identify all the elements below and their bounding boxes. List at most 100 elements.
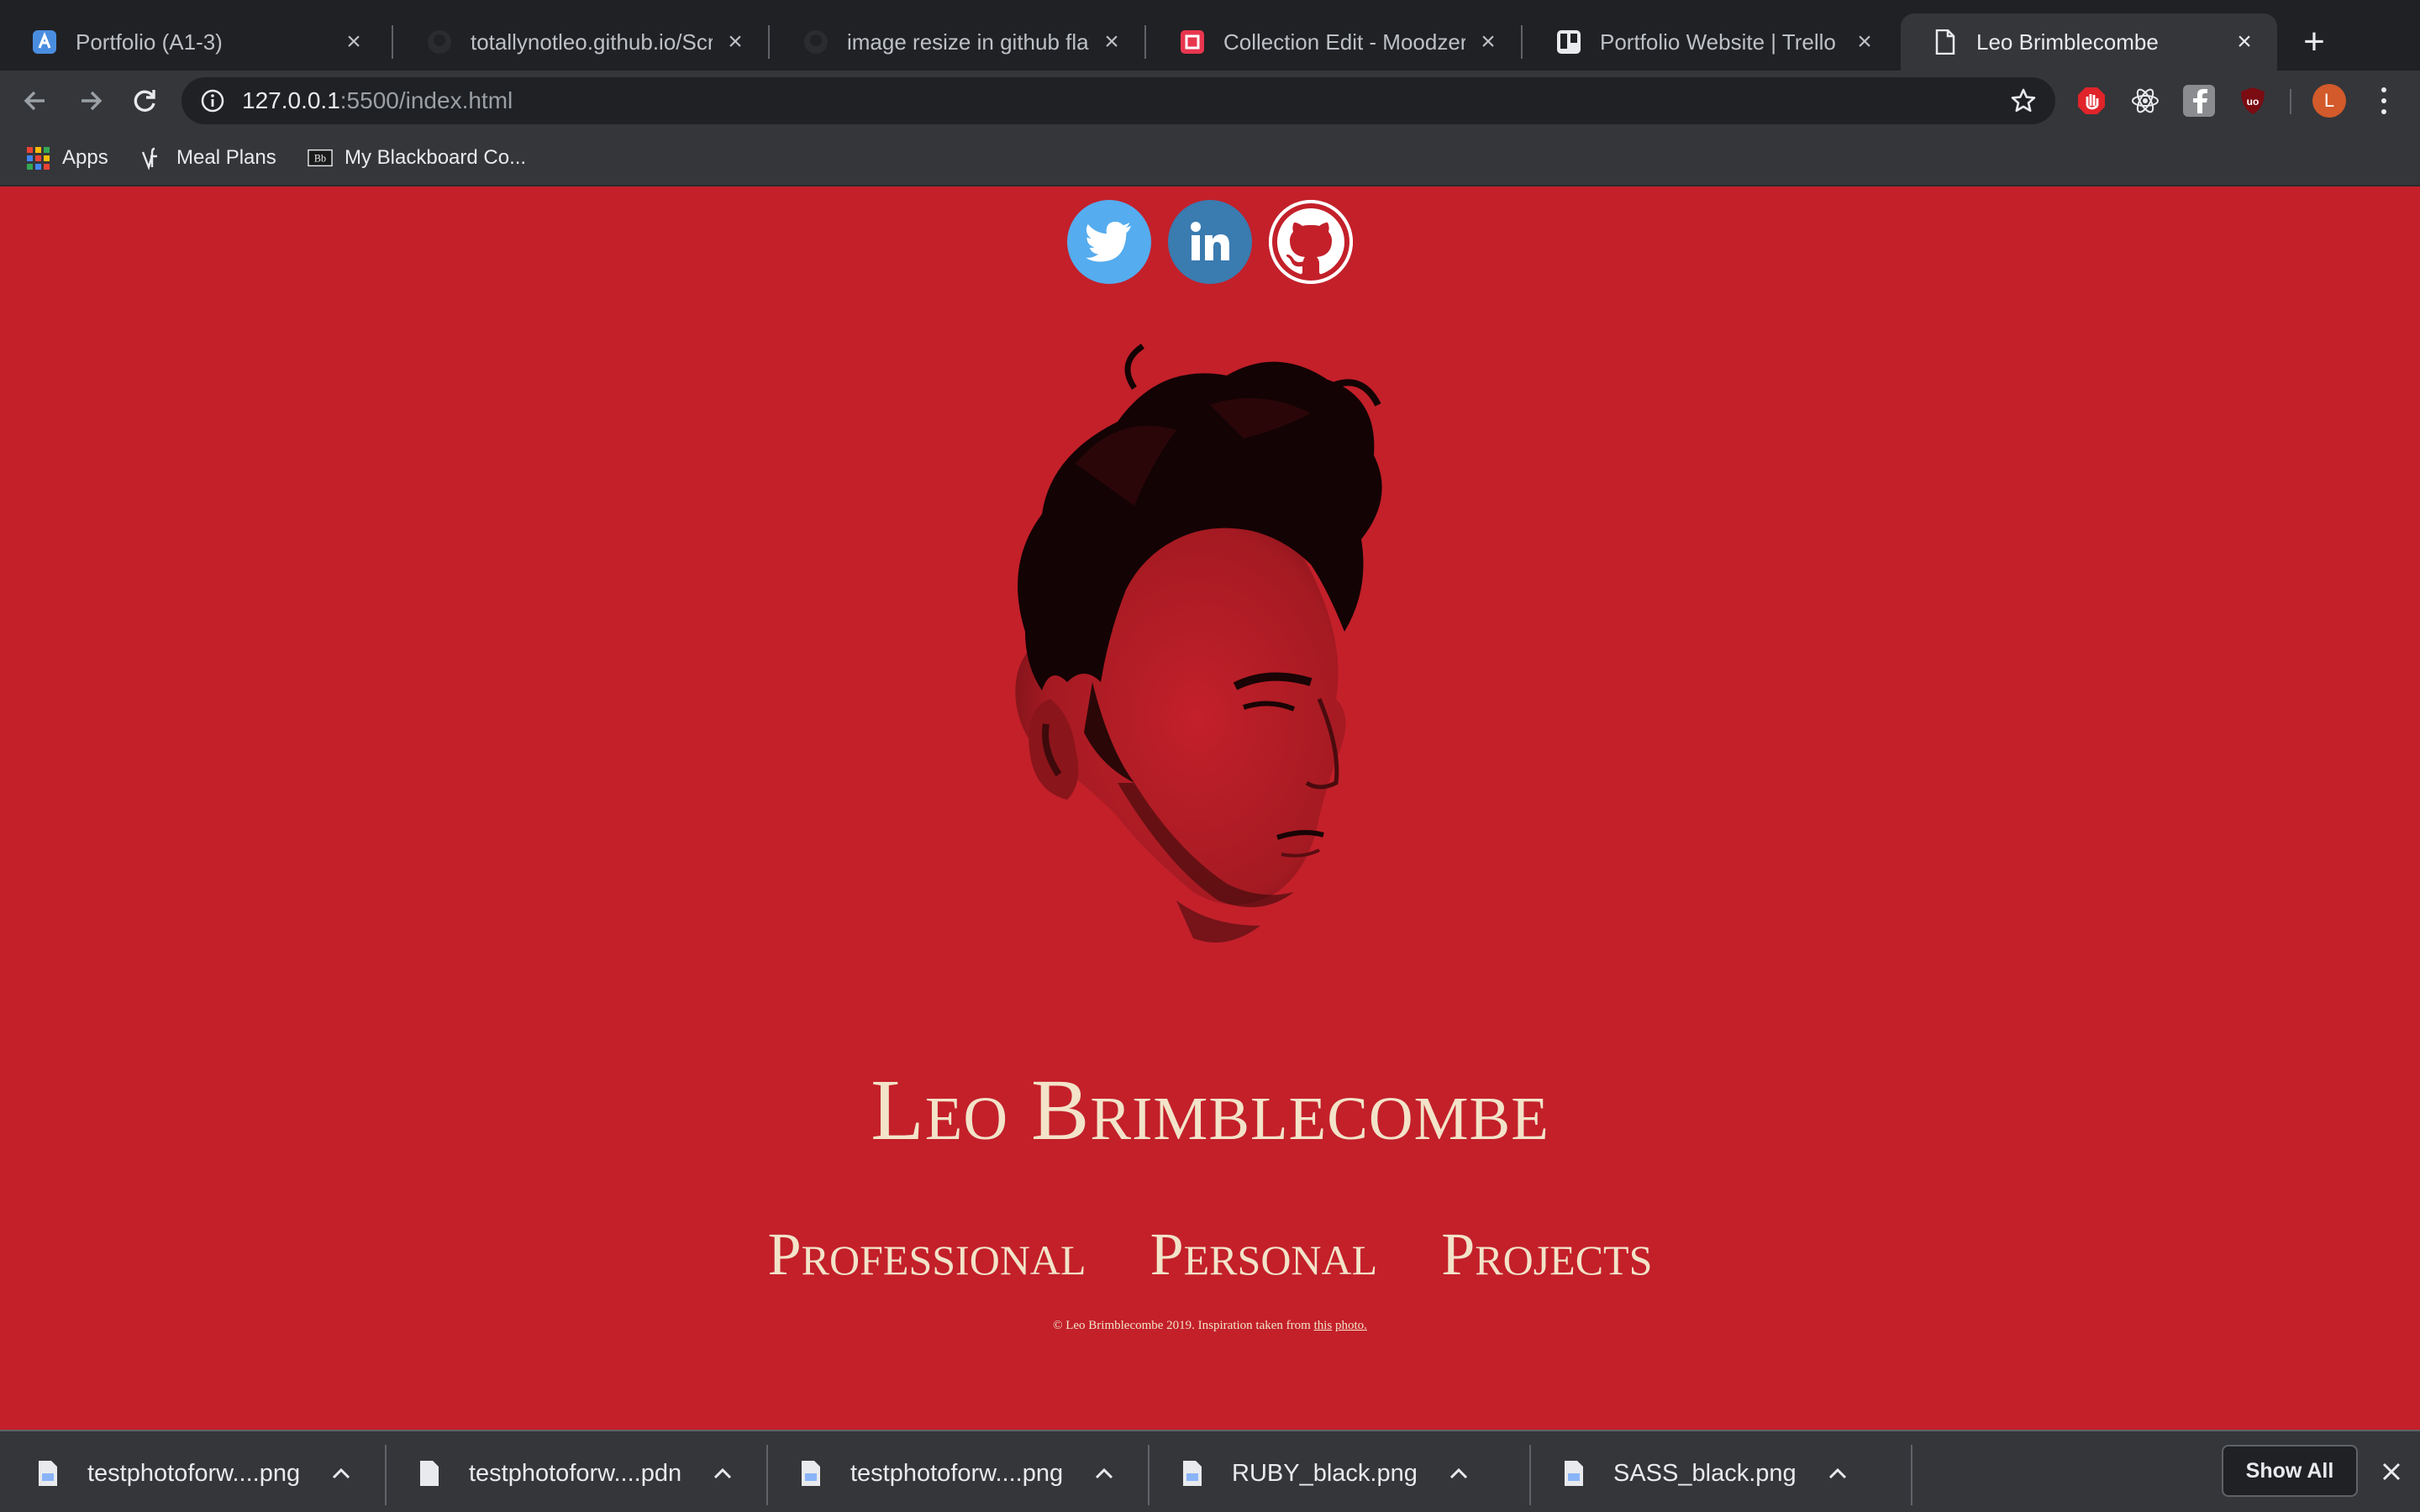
download-shelf: testphotoforw....png testphotoforw....pd… — [0, 1430, 2420, 1512]
github-octocat-icon — [1269, 200, 1353, 284]
portrait-illustration — [1015, 344, 1382, 942]
chevron-up-icon[interactable] — [1092, 1461, 1117, 1486]
trello-icon — [1556, 29, 1581, 55]
bookmark-star-icon[interactable] — [2010, 87, 2037, 114]
tab-image-resize[interactable]: image resize in github flavor × — [771, 13, 1144, 71]
tab-divider — [1521, 25, 1523, 59]
portfolio-app-icon — [32, 29, 57, 55]
download-filename: testphotoforw....pdn — [469, 1459, 682, 1487]
twitter-icon — [1085, 222, 1132, 262]
chevron-up-icon[interactable] — [710, 1461, 735, 1486]
page-footer: © Leo Brimblecombe 2019. Inspiration tak… — [0, 1319, 2420, 1333]
linkedin-link[interactable] — [1168, 200, 1252, 284]
download-filename: testphotoforw....png — [87, 1459, 301, 1487]
profile-avatar[interactable]: L — [2312, 84, 2346, 118]
file-icon — [420, 1461, 439, 1486]
react-devtools-icon[interactable] — [2129, 85, 2161, 117]
chevron-up-icon[interactable] — [329, 1461, 354, 1486]
tab-title: totallynotleo.github.io/Scree — [471, 29, 713, 55]
arrow-left-icon — [24, 91, 45, 111]
bookmark-blackboard[interactable]: Bb My Blackboard Co... — [308, 139, 526, 176]
download-item[interactable]: SASS_black.png — [1563, 1448, 1850, 1499]
tab-title: Portfolio Website | Trello — [1600, 29, 1836, 55]
footer-this-link[interactable]: this — [1314, 1319, 1333, 1332]
tab-portfolio-a1-3[interactable]: Portfolio (A1-3) × — [0, 13, 387, 71]
shelf-divider — [766, 1445, 768, 1505]
close-icon[interactable]: × — [723, 28, 748, 55]
bookmark-label: My Blackboard Co... — [345, 146, 527, 169]
meal-plans-icon — [139, 145, 165, 171]
download-item[interactable]: testphotoforw....png — [37, 1448, 354, 1499]
close-icon[interactable]: × — [2232, 28, 2257, 55]
bookmark-meal-plans[interactable]: Meal Plans — [139, 139, 276, 176]
forward-button[interactable] — [69, 79, 113, 123]
chevron-up-icon[interactable] — [1825, 1461, 1850, 1486]
image-file-icon — [802, 1461, 820, 1486]
download-filename: RUBY_black.png — [1232, 1459, 1418, 1487]
page-title: Leo Brimblecombe — [871, 1062, 1549, 1158]
shelf-divider — [385, 1445, 387, 1505]
browser-menu-icon[interactable] — [2371, 84, 2396, 118]
show-all-button[interactable]: Show All — [2222, 1445, 2358, 1497]
blackboard-icon: Bb — [308, 145, 333, 171]
facebook-extension-icon[interactable] — [2183, 85, 2215, 117]
download-item[interactable]: RUBY_black.png — [1181, 1448, 1471, 1499]
tab-title: image resize in github flavor — [847, 29, 1089, 55]
nav-professional-link[interactable]: Professional — [768, 1220, 1086, 1289]
page-icon — [1933, 29, 1958, 55]
twitter-link[interactable] — [1067, 200, 1151, 284]
browser-toolbar: 127.0.0.1:5500/index.html uo L — [0, 71, 2420, 131]
nav-personal-link[interactable]: Personal — [1150, 1220, 1378, 1289]
download-item[interactable]: testphotoforw....pdn — [418, 1448, 735, 1499]
apps-grid-icon — [25, 145, 50, 171]
image-file-icon — [39, 1461, 57, 1486]
tab-divider — [768, 25, 770, 59]
svg-text:uo: uo — [2247, 96, 2260, 108]
bookmark-apps[interactable]: Apps — [25, 139, 108, 176]
shelf-divider — [1529, 1445, 1531, 1505]
info-icon[interactable] — [200, 88, 225, 113]
image-file-icon — [1183, 1461, 1202, 1486]
url-text: 127.0.0.1:5500/index.html — [242, 87, 513, 114]
tab-title: Collection Edit - Moodzer — [1223, 29, 1465, 55]
reload-button[interactable] — [123, 79, 166, 123]
ublock-origin-icon[interactable]: uo — [2237, 85, 2269, 117]
tab-trello[interactable]: Portfolio Website | Trello × — [1524, 13, 1897, 71]
back-button[interactable] — [13, 79, 57, 123]
tab-divider — [392, 25, 393, 59]
tab-leo-brimblecombe[interactable]: Leo Brimblecombe × — [1901, 13, 2277, 71]
github-icon — [427, 29, 452, 55]
address-bar[interactable]: 127.0.0.1:5500/index.html — [182, 77, 2055, 124]
shelf-divider — [1148, 1445, 1150, 1505]
close-icon[interactable]: × — [341, 28, 366, 55]
close-icon[interactable]: × — [1099, 28, 1124, 55]
close-icon[interactable]: × — [1852, 28, 1877, 55]
toolbar-divider — [2290, 89, 2291, 114]
main-navigation: Professional Personal Projects — [0, 1220, 2420, 1289]
linkedin-icon — [1191, 222, 1229, 260]
moodzer-icon — [1180, 29, 1205, 55]
svg-text:Bb: Bb — [314, 153, 326, 165]
github-link[interactable] — [1269, 200, 1353, 284]
bookmark-label: Apps — [62, 146, 108, 169]
social-links — [0, 200, 2420, 284]
close-icon[interactable]: × — [1476, 28, 1501, 55]
tab-title: Leo Brimblecombe — [1976, 29, 2159, 55]
bookmarks-bar: Apps Meal Plans Bb My Blackboard Co... — [0, 131, 2420, 186]
chevron-up-icon[interactable] — [1446, 1461, 1471, 1486]
github-icon — [803, 29, 829, 55]
nav-projects-link[interactable]: Projects — [1441, 1220, 1652, 1289]
download-filename: SASS_black.png — [1613, 1459, 1797, 1487]
tab-github-screenshot[interactable]: totallynotleo.github.io/Scree × — [395, 13, 768, 71]
tab-moodzer[interactable]: Collection Edit - Moodzer × — [1148, 13, 1521, 71]
new-tab-button[interactable]: + — [2294, 21, 2334, 62]
close-shelf-icon[interactable] — [2376, 1457, 2407, 1487]
arrow-right-icon — [82, 91, 103, 111]
footer-photo-link[interactable]: photo. — [1335, 1319, 1367, 1332]
tab-divider — [1144, 25, 1146, 59]
page-viewport: Leo Brimblecombe Professional Personal P… — [0, 186, 2420, 1430]
download-item[interactable]: testphotoforw....png — [800, 1448, 1117, 1499]
adblock-extension-icon[interactable] — [2075, 85, 2107, 117]
footer-text: © Leo Brimblecombe 2019. Inspiration tak… — [1053, 1319, 1314, 1332]
reload-icon — [134, 90, 155, 112]
